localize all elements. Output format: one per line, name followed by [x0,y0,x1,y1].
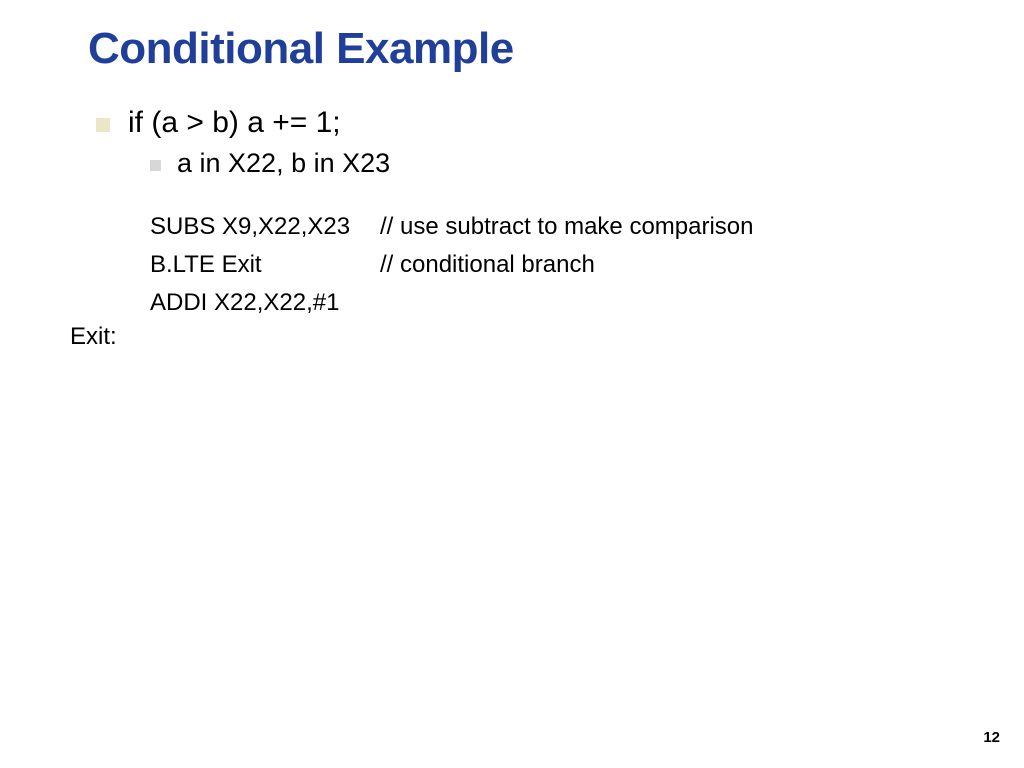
code-instruction: B.LTE Exit [150,247,380,283]
code-comment: // use subtract to make comparison [380,209,754,245]
slide-title: Conditional Example [88,24,1024,74]
code-instruction: SUBS X9,X22,X23 [150,209,380,245]
bullet-level-1: if (a > b) a += 1; [96,106,1024,140]
page-number: 12 [983,729,1000,746]
code-row: B.LTE Exit // conditional branch [150,247,1024,283]
code-instruction: ADDI X22,X22,#1 [150,285,380,321]
bullet-level-2: a in X22, b in X23 [150,148,1024,179]
bullet-square-icon [96,118,110,132]
slide-container: Conditional Example if (a > b) a += 1; a… [0,0,1024,768]
bullet-1-text: if (a > b) a += 1; [128,106,341,140]
exit-label: Exit: [70,323,1024,351]
code-comment: // conditional branch [380,247,595,283]
code-row: SUBS X9,X22,X23 // use subtract to make … [150,209,1024,245]
code-row: ADDI X22,X22,#1 [150,285,1024,321]
bullet-square-icon [150,160,161,171]
code-block: SUBS X9,X22,X23 // use subtract to make … [150,209,1024,321]
bullet-2-text: a in X22, b in X23 [177,148,390,179]
